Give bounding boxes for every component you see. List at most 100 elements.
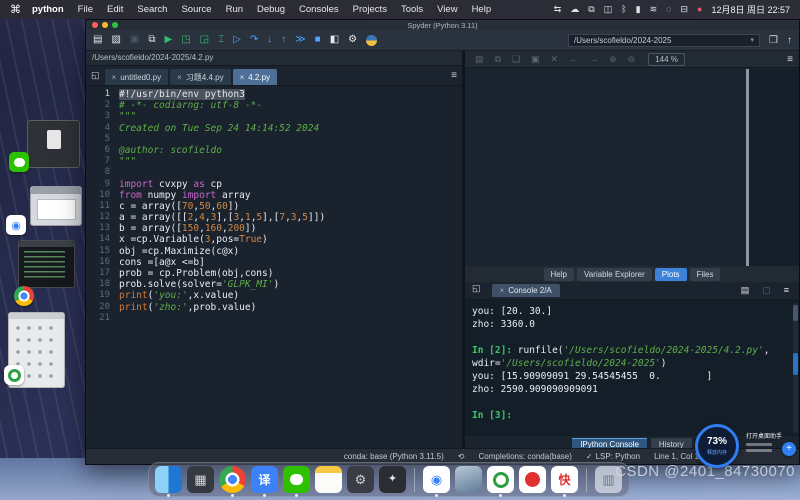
interrupt-kernel-icon[interactable]: ▢ — [762, 286, 771, 295]
zoom-out-icon[interactable]: ⊖ — [628, 54, 636, 65]
input-source-icon[interactable]: ● — [697, 5, 702, 14]
dock-keychain-icon[interactable]: ✦ — [379, 466, 406, 493]
browse-console-tabs-icon[interactable]: ◱ — [472, 283, 481, 294]
zoom-window-icon[interactable] — [112, 22, 118, 28]
scrollbar-thumb-blue[interactable] — [793, 353, 798, 375]
dock-notes-icon[interactable] — [315, 466, 342, 493]
dock-chrome-icon[interactable] — [219, 466, 246, 493]
dock-ks-app-icon[interactable]: 快 — [551, 466, 578, 493]
close-window-icon[interactable] — [92, 22, 98, 28]
step-return-icon[interactable]: ↑ — [281, 35, 286, 45]
app-switch-icon[interactable]: ⇆ — [554, 5, 562, 14]
menu-item-file[interactable]: File — [71, 4, 100, 15]
screenshot-icon[interactable]: ◫ — [604, 5, 613, 14]
save-all-icon[interactable]: ⧉ — [148, 35, 155, 45]
menu-item-edit[interactable]: Edit — [100, 4, 130, 15]
dock-ring-app-icon[interactable] — [487, 466, 514, 493]
code-editor[interactable]: 1#!/usr/bin/env python32# -*- codiarng: … — [86, 86, 462, 448]
desktop-assistant-widget[interactable]: 打开桌面助手 + — [746, 431, 798, 452]
dock-preview-app-icon[interactable] — [455, 466, 482, 493]
scrollbar-thumb[interactable] — [793, 305, 798, 321]
conda-env-status[interactable]: conda: base (Python 3.11.5) — [344, 452, 444, 461]
memory-cleaner-widget[interactable]: 73% 释放内存 — [695, 424, 739, 468]
tab-plots[interactable]: Plots — [655, 268, 687, 281]
dock-wechat-icon[interactable] — [283, 466, 310, 493]
open-file-icon[interactable]: ▧ — [111, 35, 120, 45]
display-icon[interactable]: ⧉ — [588, 5, 594, 14]
console-output[interactable]: you: [20. 30.]zho: 3360.0In [2]: runfile… — [465, 300, 799, 436]
copy-plot-icon[interactable]: ❏ — [512, 54, 520, 65]
next-plot-icon[interactable]: → — [589, 54, 598, 64]
run-cell-icon[interactable]: ◳ — [181, 35, 190, 45]
close-tab-icon[interactable]: × — [177, 73, 182, 82]
zoom-in-icon[interactable]: ⊕ — [609, 54, 617, 65]
console-tab[interactable]: × Console 2/A — [492, 284, 560, 297]
maximize-pane-icon[interactable]: ◧ — [330, 35, 339, 45]
debug-file-icon[interactable]: ▷ — [233, 35, 241, 45]
parent-directory-icon[interactable]: ↑ — [787, 35, 792, 46]
dock-finder-icon[interactable] — [155, 466, 182, 493]
run-icon[interactable]: ▶ — [165, 35, 173, 45]
close-tab-icon[interactable]: × — [112, 73, 117, 82]
menu-item-search[interactable]: Search — [130, 4, 174, 15]
python-path-icon[interactable] — [366, 35, 377, 46]
remove-all-plots-icon[interactable]: ✕ — [551, 54, 559, 65]
editor-options-icon[interactable]: ≡ — [451, 70, 457, 81]
ring-badge-icon[interactable] — [4, 365, 24, 385]
editor-tab-4.2.py[interactable]: ×4.2.py — [233, 69, 277, 85]
editor-tab-习题4.4.py[interactable]: ×习题4.4.py — [170, 69, 230, 85]
remove-plot-icon[interactable]: ▣ — [531, 54, 540, 65]
minimized-window-file[interactable] — [27, 120, 80, 168]
apple-menu-icon[interactable]: ⌘ — [10, 3, 21, 16]
battery-icon[interactable]: ▮ — [636, 5, 641, 14]
previous-plot-icon[interactable]: ← — [569, 54, 578, 64]
menu-item-help[interactable]: Help — [465, 4, 499, 15]
save-all-plots-icon[interactable]: ⧉ — [495, 54, 501, 65]
close-tab-icon[interactable]: × — [240, 73, 245, 82]
step-over-icon[interactable]: ↷ — [250, 35, 258, 45]
save-plot-icon[interactable]: ▤ — [475, 54, 484, 65]
close-console-icon[interactable]: × — [500, 286, 505, 295]
lsp-status[interactable]: ✓ LSP: Python — [586, 452, 640, 461]
dock-drive-app-icon[interactable]: ◉ — [423, 466, 450, 493]
working-directory-select[interactable]: /Users/scofieldo/2024-2025 ▾ — [568, 34, 760, 47]
minimize-window-icon[interactable] — [102, 22, 108, 28]
tab-variable-explorer[interactable]: Variable Explorer — [577, 268, 652, 281]
assistant-add-button[interactable]: + — [782, 442, 796, 456]
browse-tabs-icon[interactable]: ◱ — [91, 70, 100, 81]
minimized-window-dialog[interactable] — [30, 186, 82, 226]
menu-item-run[interactable]: Run — [219, 4, 250, 15]
editor-tab-untitled0.py[interactable]: ×untitled0.py — [105, 69, 169, 85]
wifi-icon[interactable]: ≋ — [650, 5, 658, 14]
dock-translate-icon[interactable]: 译 — [251, 466, 278, 493]
wechat-badge-icon[interactable] — [9, 152, 29, 172]
tab-files[interactable]: Files — [690, 268, 721, 281]
wrench-icon[interactable]: ⚙ — [348, 35, 357, 45]
menu-item-tools[interactable]: Tools — [394, 4, 430, 15]
menu-item-python[interactable]: python — [25, 4, 71, 15]
dock-apple-red-app-icon[interactable] — [519, 466, 546, 493]
browse-directory-icon[interactable]: ❒ — [769, 35, 778, 46]
new-console-icon[interactable]: ▤ — [741, 286, 750, 295]
run-selection-icon[interactable]: ⌶ — [218, 35, 224, 45]
chrome-badge-icon[interactable] — [14, 286, 34, 306]
menu-item-debug[interactable]: Debug — [250, 4, 292, 15]
save-icon[interactable]: ▣ — [130, 35, 139, 45]
drive-badge-icon[interactable] — [6, 215, 26, 235]
console-scrollbar[interactable] — [793, 303, 798, 433]
plots-options-icon[interactable]: ≡ — [787, 54, 793, 65]
menu-item-consoles[interactable]: Consoles — [292, 4, 346, 15]
step-into-icon[interactable]: ↓ — [267, 35, 272, 45]
control-center-icon[interactable]: ⊟ — [680, 5, 688, 14]
menu-item-source[interactable]: Source — [174, 4, 218, 15]
menu-item-view[interactable]: View — [430, 4, 464, 15]
dock-system-settings-icon[interactable]: ⚙ — [347, 466, 374, 493]
console-options-icon[interactable]: ≡ — [784, 286, 789, 295]
continue-icon[interactable]: ≫ — [295, 35, 305, 45]
bluetooth-icon[interactable]: ᛒ — [621, 5, 626, 14]
stop-icon[interactable]: ■ — [315, 35, 321, 45]
spotlight-icon[interactable]: ◌ — [666, 5, 671, 14]
plots-scrollbar[interactable] — [746, 69, 749, 266]
new-file-icon[interactable]: ▤ — [93, 35, 102, 45]
menu-bar-clock[interactable]: 12月8日 周日 22:57 — [711, 3, 790, 16]
